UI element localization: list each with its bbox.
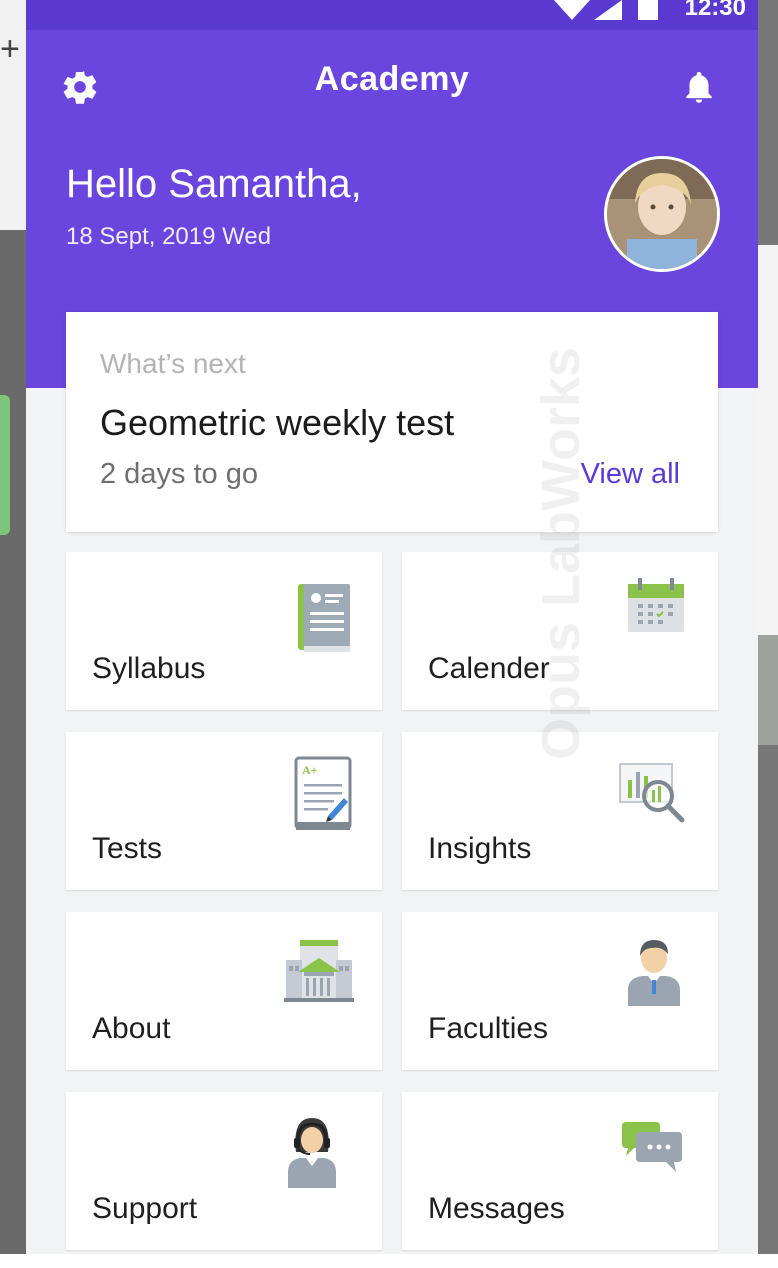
tile-label: Messages: [428, 1192, 565, 1225]
test-sheet-icon: A+: [294, 756, 352, 830]
tile-label: Syllabus: [92, 652, 206, 685]
support-agent-icon: [288, 1118, 336, 1188]
tile-label: Tests: [92, 832, 163, 865]
plus-icon: +: [0, 30, 20, 68]
tile-label: Support: [92, 1192, 198, 1225]
greeting: Hello Samantha,: [66, 162, 362, 206]
watermark-text: Opus LabWorks: [531, 346, 591, 760]
background-panel: [756, 635, 778, 745]
teacher-icon: [628, 940, 680, 1006]
notification-bell-icon[interactable]: [680, 67, 718, 107]
status-bar: 12:30: [26, 0, 758, 30]
tile-support[interactable]: Support: [66, 1092, 382, 1250]
background-panel: [756, 245, 778, 635]
background-left: +: [0, 0, 26, 1268]
tile-messages[interactable]: Messages: [402, 1092, 718, 1250]
svg-text:A+: A+: [302, 763, 318, 777]
background-right: [756, 0, 778, 1268]
chat-bubbles-icon: [622, 1122, 682, 1172]
tile-label: About: [92, 1012, 171, 1045]
tile-syllabus[interactable]: Syllabus: [66, 552, 382, 710]
building-icon: [284, 940, 354, 1002]
view-all-link[interactable]: View all: [581, 458, 680, 491]
whats-next-card[interactable]: What’s next Geometric weekly test 2 days…: [66, 312, 718, 532]
signal-wifi-battery-icon: [554, 0, 658, 20]
whats-next-countdown: 2 days to go: [100, 458, 258, 490]
tile-faculties[interactable]: Faculties: [402, 912, 718, 1070]
background-panel: [0, 395, 10, 535]
phone-screen: 12:30 Academy Hello Samantha, 18 Sept, 2…: [26, 0, 758, 1254]
tile-label: Faculties: [428, 1012, 549, 1045]
date-label: 18 Sept, 2019 Wed: [66, 223, 272, 250]
avatar[interactable]: [604, 156, 720, 272]
whats-next-label: What’s next: [100, 348, 246, 379]
calendar-icon: [628, 578, 684, 632]
bottom-bar: [0, 1254, 778, 1268]
tile-label: Insights: [428, 832, 532, 865]
tile-about[interactable]: About: [66, 912, 382, 1070]
whats-next-title: Geometric weekly test: [100, 402, 455, 443]
insights-magnifier-icon: [619, 763, 685, 823]
profile-photo-icon: [607, 159, 717, 269]
app-title: Academy: [314, 60, 470, 98]
tile-tests[interactable]: A+ Tests: [66, 732, 382, 890]
book-icon: [298, 584, 350, 652]
status-time: 12:30: [684, 0, 746, 21]
